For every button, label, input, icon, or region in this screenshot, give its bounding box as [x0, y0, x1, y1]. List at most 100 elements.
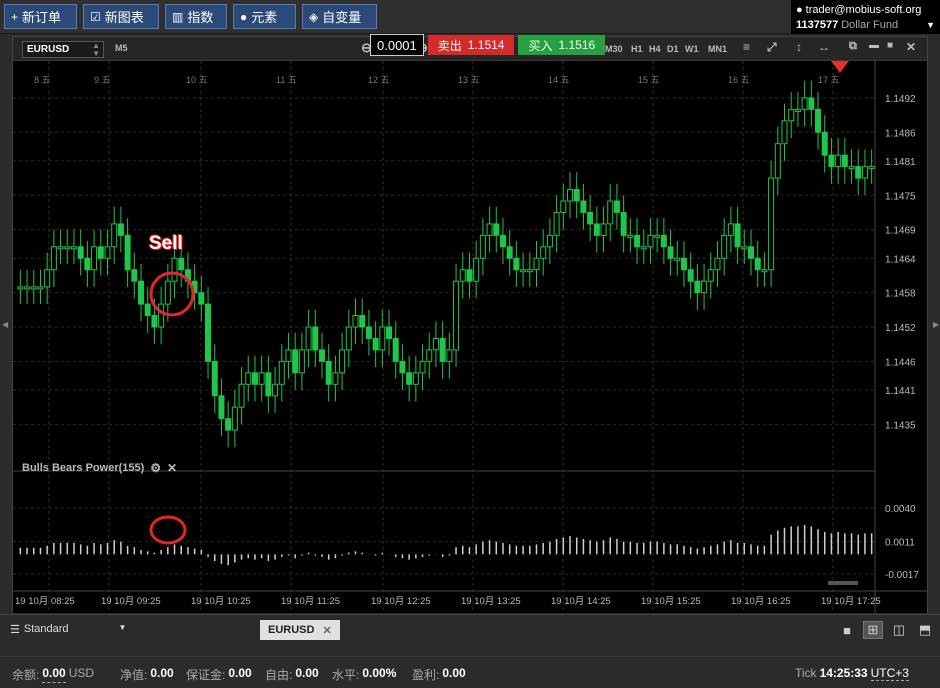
chart-plot[interactable]: 8 五 9 五 10 五 11 五 12 五 13 五 14 五 15 五 16 五 17 五 1.…	[13, 61, 927, 613]
horizontal-line-icon[interactable]: ↔	[818, 40, 830, 54]
candle-body	[164, 280, 171, 305]
day-label: 9 五	[94, 75, 111, 85]
candle-body	[345, 326, 352, 351]
balance: 余额: 0.00 USD	[12, 666, 95, 683]
timeframe-d1[interactable]: D1	[667, 44, 679, 54]
candle-body	[453, 280, 460, 351]
candle-body	[640, 246, 647, 250]
candle-body	[727, 223, 734, 236]
candle-body	[50, 246, 57, 271]
candle-body	[24, 286, 31, 290]
sell-button[interactable]: 卖出 1.1514	[427, 35, 515, 55]
account-fund: Dollar Fund	[841, 18, 899, 31]
candle-body	[580, 200, 587, 213]
pip-value[interactable]: 0.0001	[370, 34, 424, 56]
candle-body	[707, 269, 714, 282]
candle-body	[774, 143, 781, 179]
candle-body	[77, 246, 84, 259]
candle-body	[104, 246, 111, 259]
elements-button[interactable]: ● 元素	[233, 4, 296, 29]
candle-body	[70, 246, 77, 250]
top-toolbar: + 新订单 ☑ 新图表 ▥ 指数 ● 元素 ◈ 自变量 ● trader@mobius-so…	[0, 0, 940, 34]
candle-body	[292, 349, 299, 374]
chart-scrollbar[interactable]	[828, 581, 858, 585]
trendline-icon[interactable]: ⤢	[767, 40, 777, 55]
candle-body	[473, 257, 480, 282]
chart-svg[interactable]: 8 五 9 五 10 五 11 五 12 五 13 五 14 五 15 五 16 五 17 五 1.…	[13, 61, 927, 613]
user-icon: ●	[796, 3, 803, 16]
candle-body	[768, 177, 775, 271]
profile-select[interactable]: ☰ Standard ▼	[10, 623, 126, 636]
close-icon[interactable]: ✕	[906, 40, 916, 54]
candle-body	[479, 234, 486, 259]
candle-body	[251, 372, 258, 385]
timeframe-h1[interactable]: H1	[631, 44, 643, 54]
dropdown-icon[interactable]: ▼	[926, 20, 935, 30]
candle-body	[687, 269, 694, 282]
left-collapse-icon[interactable]: ◀	[2, 320, 8, 329]
time-tick: 19 10月 09:25	[101, 596, 161, 607]
price-tick: 1.1458	[885, 289, 916, 300]
candle-body	[131, 269, 138, 282]
timeframe-m30[interactable]: M30	[605, 44, 623, 54]
candle-body	[412, 372, 419, 385]
candle-body	[372, 337, 379, 351]
buy-button[interactable]: 买入 1.1516	[518, 35, 606, 55]
candle-body	[721, 234, 728, 259]
detach-icon[interactable]: ⧉	[849, 40, 857, 53]
layout-vertical-icon[interactable]: ◫	[890, 622, 908, 638]
maximize-icon[interactable]: ■	[887, 40, 893, 51]
vertical-line-icon[interactable]: ↕	[796, 40, 802, 54]
new-chart-button[interactable]: ☑ 新图表	[83, 4, 159, 29]
day-label: 13 五	[458, 75, 480, 85]
candle-body	[533, 257, 540, 271]
time-tick: 19 10月 11:25	[281, 596, 340, 607]
tab-eurusd[interactable]: EURUSD ✕	[260, 620, 340, 640]
candle-body	[352, 315, 359, 328]
candle-body	[17, 286, 24, 290]
candle-body	[600, 223, 607, 236]
candle-body	[660, 234, 667, 248]
price-tick: 1.1469	[885, 226, 916, 237]
candle-body	[211, 360, 218, 397]
price-tick: 1.1435	[885, 420, 916, 431]
candle-body	[694, 280, 701, 294]
timeframe-h4[interactable]: H4	[649, 44, 661, 54]
candle-body	[801, 97, 808, 110]
new-order-button[interactable]: + 新订单	[4, 4, 77, 29]
layout-single-icon[interactable]: ■	[838, 622, 856, 638]
fibonacci-icon[interactable]: ≡	[743, 40, 750, 54]
candle-body	[218, 395, 225, 420]
account-panel[interactable]: ● trader@mobius-soft.org 1137577 Dollar Fu…	[791, 0, 940, 34]
current-time-marker	[831, 61, 849, 73]
timeframe-mn1[interactable]: MN1	[708, 44, 727, 54]
timeframe-badge: M5	[115, 43, 128, 53]
price-tick: 1.1486	[885, 128, 916, 139]
candle-body	[419, 360, 426, 374]
gear-icon[interactable]: ⚙	[150, 461, 161, 475]
candle-body	[734, 223, 741, 248]
layout-horizontal-icon[interactable]: ⬒	[916, 622, 934, 638]
candle-body	[231, 406, 238, 431]
layout-grid-icon[interactable]: ⊞	[863, 621, 883, 639]
candle-body	[654, 234, 661, 238]
timeframe-w1[interactable]: W1	[685, 44, 699, 54]
close-tab-icon[interactable]: ✕	[322, 624, 331, 637]
candle-body	[332, 372, 339, 385]
indicators-button[interactable]: ▥ 指数	[165, 4, 227, 29]
day-label: 14 五	[548, 75, 570, 85]
day-label: 12 五	[368, 75, 390, 85]
time-tick: 19 10月 13:25	[461, 596, 521, 607]
candle-body	[513, 257, 520, 271]
candle-body	[439, 337, 446, 362]
candle-body	[540, 246, 547, 259]
candle-body	[446, 349, 453, 362]
close-indicator-icon[interactable]: ✕	[167, 461, 177, 475]
variables-button[interactable]: ◈ 自变量	[302, 4, 377, 29]
symbol-select[interactable]: EURUSD ▲ ▼	[22, 41, 104, 58]
right-collapse-icon[interactable]: ▶	[933, 320, 939, 329]
minimize-icon[interactable]: ▬	[869, 40, 879, 51]
indicator-tick: 0.0040	[885, 504, 916, 515]
app-root: + 新订单 ☑ 新图表 ▥ 指数 ● 元素 ◈ 自变量 ● trader@mobius-so…	[0, 0, 940, 688]
candle-body	[138, 280, 145, 305]
